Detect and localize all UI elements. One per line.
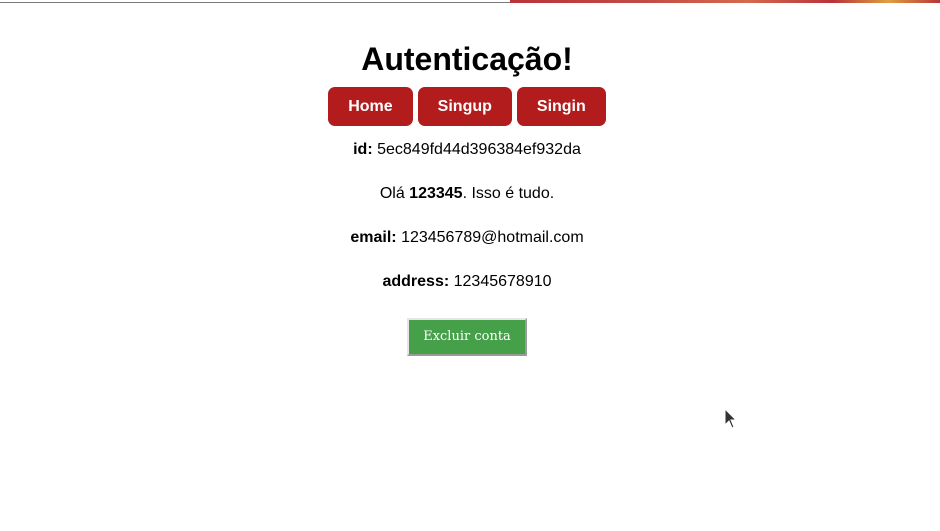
user-name: 123345: [409, 185, 463, 202]
mouse-cursor-icon: [724, 408, 738, 429]
nav-signin-button[interactable]: Singin: [516, 87, 606, 126]
top-banner-image: [510, 0, 940, 3]
user-address-value: 12345678910: [453, 273, 552, 290]
user-id-label: id:: [353, 141, 373, 158]
user-address-line: address: 12345678910: [0, 272, 934, 292]
greeting-suffix: . Isso é tudo.: [462, 185, 555, 202]
nav-bar: Home Singup Singin: [0, 87, 934, 126]
top-strip: [0, 0, 940, 3]
user-id-value: 5ec849fd44d396384ef932da: [377, 141, 581, 158]
page-title: Autenticação!: [361, 41, 573, 77]
user-address-label: address:: [382, 273, 450, 290]
nav-home-button[interactable]: Home: [328, 87, 413, 126]
greeting-prefix: Olá: [379, 185, 410, 202]
user-id-line: id: 5ec849fd44d396384ef932da: [0, 140, 934, 160]
delete-account-button[interactable]: Excluir conta: [407, 318, 527, 356]
greeting-line: Olá 123345. Isso é tudo.: [0, 184, 934, 204]
top-divider: [0, 2, 510, 3]
user-email-line: email: 123456789@hotmail.com: [0, 228, 934, 248]
user-email-value: 123456789@hotmail.com: [401, 229, 584, 246]
nav-signup-button[interactable]: Singup: [417, 87, 512, 126]
user-email-label: email:: [350, 229, 397, 246]
